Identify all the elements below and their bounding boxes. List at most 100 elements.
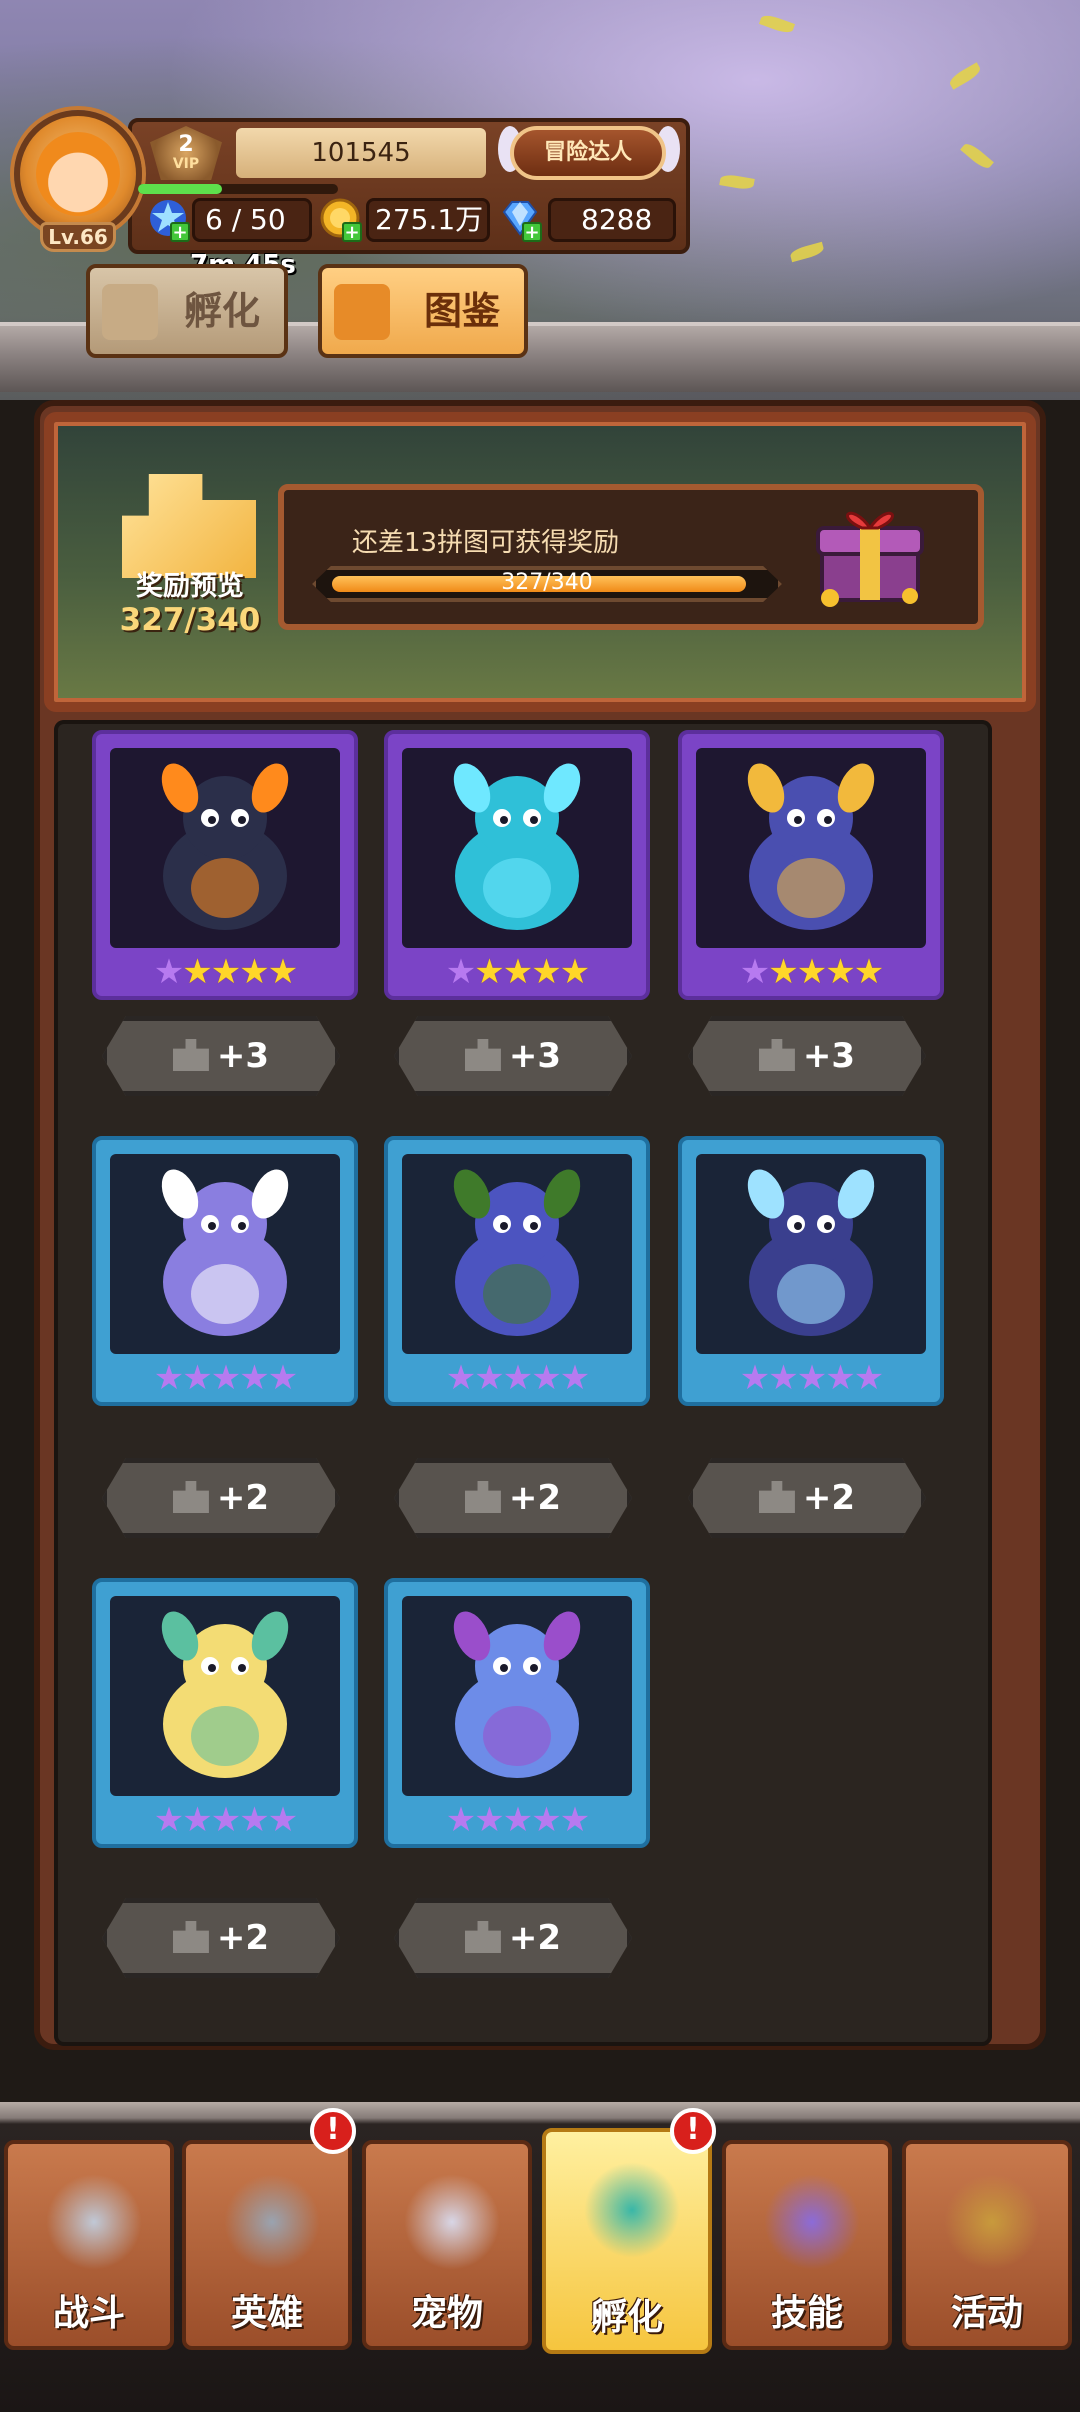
fluffy-bunny-icon — [747, 1169, 875, 1336]
pet-star-rating: ★★★★★ — [388, 1360, 646, 1396]
energy-add-icon[interactable]: + — [170, 222, 190, 242]
pet-star-rating: ★★★★★ — [682, 1360, 940, 1396]
pet-portrait — [110, 748, 340, 948]
gold-star-icon: ★ — [559, 952, 591, 992]
crossed-swords-icon — [46, 2174, 142, 2270]
alert-badge-icon: ! — [670, 2108, 716, 2154]
puzzle-piece-icon — [172, 1481, 209, 1513]
gold-counter: 275.1万 — [366, 198, 490, 242]
purple-star-icon: ★ — [210, 1358, 242, 1398]
shard-collect-button[interactable]: +2 — [394, 1458, 632, 1538]
puzzle-piece-icon — [172, 1921, 209, 1953]
fire-dragon-icon — [161, 763, 289, 930]
shard-collect-button[interactable]: +3 — [688, 1016, 926, 1096]
pet-portrait — [402, 1154, 632, 1354]
tab-atlas[interactable]: 图鉴 — [318, 264, 528, 358]
pet-star-rating: ★★★★★ — [388, 1802, 646, 1838]
nav-tab-label: 孵化 — [590, 2297, 663, 2338]
pet-portrait — [110, 1596, 340, 1796]
shard-collect-button[interactable]: +2 — [102, 1898, 340, 1978]
player-level-badge: Lv.66 — [40, 222, 116, 252]
scarf-mouse-icon — [453, 1611, 581, 1778]
puzzle-piece-icon — [172, 1039, 209, 1071]
purple-star-icon: ★ — [267, 1358, 299, 1398]
pet-card[interactable]: ★★★★★ — [384, 1578, 650, 1848]
nav-tab-label: 活动 — [950, 2293, 1023, 2334]
spell-book-icon — [764, 2174, 860, 2270]
shard-collect-button[interactable]: +2 — [394, 1898, 632, 1978]
gold-star-icon: ★ — [182, 952, 213, 992]
alert-badge-icon: ! — [310, 2108, 356, 2154]
reward-count: 327/340 — [119, 602, 261, 638]
energy-counter: 6 / 50 — [192, 198, 312, 242]
shard-count: +3 — [508, 1036, 562, 1076]
wolf-cub-icon — [161, 1169, 289, 1336]
pet-portrait — [110, 1154, 340, 1354]
gem-add-icon[interactable]: + — [522, 222, 542, 242]
purple-star-icon: ★ — [182, 1800, 213, 1840]
tab-atlas-label: 图鉴 — [423, 289, 500, 333]
tab-hatch[interactable]: 孵化 — [86, 264, 288, 358]
purple-star-icon: ★ — [239, 1800, 270, 1840]
pet-card[interactable]: ★★★★★ — [384, 730, 650, 1000]
pet-card[interactable]: ★★★★★ — [678, 1136, 944, 1406]
reward-progress-text: 327/340 — [501, 570, 593, 595]
nav-tab-2[interactable]: 宠物 — [362, 2140, 532, 2350]
pet-portrait — [402, 748, 632, 948]
nav-tab-0[interactable]: 战斗 — [4, 2140, 174, 2350]
egg-icon — [584, 2162, 680, 2258]
pet-star-rating: ★★★★★ — [96, 1360, 354, 1396]
purple-star-icon: ★ — [739, 1358, 771, 1398]
nav-tab-3[interactable]: 孵化 — [542, 2128, 712, 2354]
gold-star-icon: ★ — [267, 952, 299, 992]
shard-count: +3 — [216, 1036, 270, 1076]
nav-tab-1[interactable]: 英雄 — [182, 2140, 352, 2350]
purple-star-icon: ★ — [796, 1358, 828, 1398]
pet-card[interactable]: ★★★★★ — [92, 1578, 358, 1848]
gem-counter: 8288 — [548, 198, 676, 242]
purple-star-icon: ★ — [267, 1800, 299, 1840]
tab-hatch-label: 孵化 — [183, 289, 260, 333]
shard-collect-button[interactable]: +3 — [102, 1016, 340, 1096]
pet-portrait — [696, 748, 926, 948]
shard-count: +2 — [802, 1478, 856, 1518]
nav-tab-label: 宠物 — [410, 2293, 483, 2334]
shard-collect-button[interactable]: +2 — [102, 1458, 340, 1538]
purple-star-icon: ★ — [502, 1358, 534, 1398]
player-title-badge[interactable]: 冒险达人 — [510, 126, 666, 180]
purple-star-icon: ★ — [825, 1358, 856, 1398]
winged-pet-icon — [404, 2174, 500, 2270]
pet-card[interactable]: ★★★★★ — [92, 1136, 358, 1406]
pet-card[interactable]: ★★★★★ — [384, 1136, 650, 1406]
purple-star-icon: ★ — [182, 1358, 213, 1398]
nav-tab-4[interactable]: 技能 — [722, 2140, 892, 2350]
puzzle-piece-icon — [758, 1481, 795, 1513]
pet-card[interactable]: ★★★★★ — [678, 730, 944, 1000]
shard-collect-button[interactable]: +2 — [688, 1458, 926, 1538]
gold-add-icon[interactable]: + — [342, 222, 362, 242]
purple-star-icon: ★ — [531, 1358, 562, 1398]
shard-count: +2 — [216, 1478, 270, 1518]
shard-collect-button[interactable]: +3 — [394, 1016, 632, 1096]
gift-chest-icon[interactable] — [812, 498, 928, 608]
xp-bar — [138, 184, 338, 194]
shard-count: +2 — [508, 1478, 562, 1518]
pet-star-rating: ★★★★★ — [682, 954, 940, 990]
nav-tab-5[interactable]: 活动 — [902, 2140, 1072, 2350]
shard-count: +2 — [508, 1918, 562, 1958]
reward-hint: 还差13拼图可获得奖励 — [352, 528, 620, 558]
puzzle-piece-icon — [464, 1039, 501, 1071]
xp-bar-fill — [138, 184, 222, 194]
purple-star-icon: ★ — [445, 1800, 477, 1840]
purple-star-icon: ★ — [559, 1800, 591, 1840]
purple-star-icon: ★ — [153, 1800, 185, 1840]
water-spirit-icon — [453, 763, 581, 930]
gold-star-icon: ★ — [502, 952, 534, 992]
purple-star-icon: ★ — [474, 1800, 505, 1840]
leaf-frog-icon — [453, 1169, 581, 1336]
purple-star-icon: ★ — [153, 952, 185, 992]
puzzle-piece-icon — [464, 1921, 501, 1953]
pet-card[interactable]: ★★★★★ — [92, 730, 358, 1000]
shard-count: +2 — [216, 1918, 270, 1958]
pet-star-rating: ★★★★★ — [388, 954, 646, 990]
